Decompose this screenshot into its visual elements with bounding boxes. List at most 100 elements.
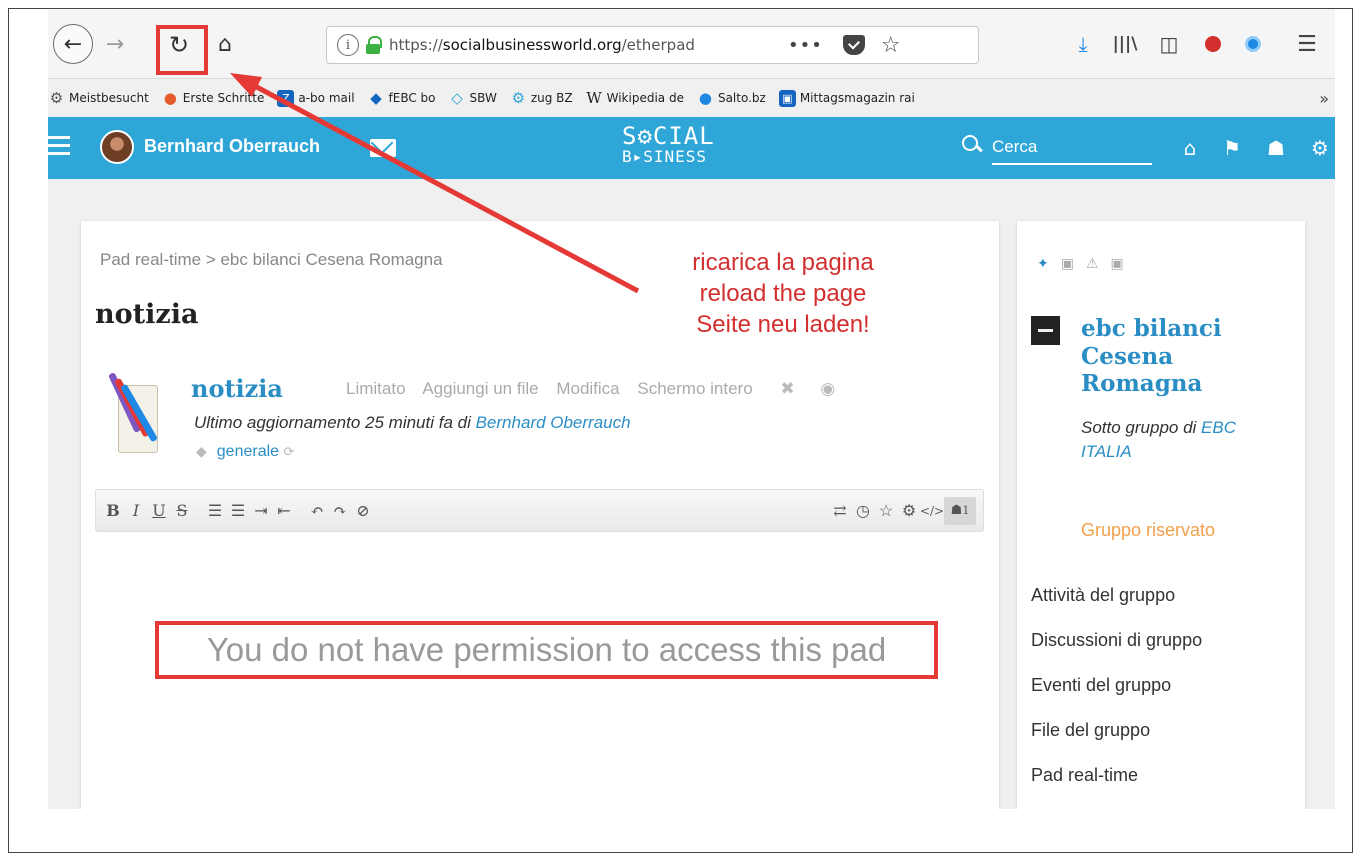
bookmark-item[interactable]: ◇ SBW — [449, 89, 497, 107]
indent-icon[interactable]: ⇥ — [250, 497, 272, 525]
close-icon[interactable]: ✖ — [780, 379, 794, 398]
bookmarks-bar: ⚙ Meistbesucht ● Erste Schritte Za-bo mail ◆ f… — [48, 83, 1335, 113]
bold-button[interactable]: B — [102, 497, 124, 525]
home-icon[interactable]: ⌂ — [1176, 136, 1204, 160]
bookmark-item[interactable]: ● Erste Schritte — [162, 89, 265, 107]
group-avatar[interactable] — [1031, 316, 1060, 345]
edit-link[interactable]: Modifica — [556, 379, 619, 398]
share-icon[interactable]: ▣ — [1111, 255, 1124, 272]
site-header: Bernhard Oberrauch S⚙CIAL B▸SINESS ⌂ ⚑ ☗… — [48, 117, 1335, 179]
extension-icon[interactable] — [1238, 29, 1268, 59]
pad-actions: Limitato Aggiungi un file Modifica Scher… — [346, 379, 848, 399]
pad-meta: Ultimo aggiornamento 25 minuti fa di Ber… — [194, 413, 631, 433]
bookmark-label: a-bo mail — [298, 91, 355, 105]
group-nav-item-discussions[interactable]: Discussioni di gruppo — [1031, 626, 1202, 671]
warning-icon[interactable]: ⚠ — [1086, 255, 1099, 272]
group-icon[interactable]: ☗ — [1262, 136, 1290, 160]
site-logo[interactable]: S⚙CIAL B▸SINESS — [622, 124, 772, 172]
bookmark-item[interactable]: Za-bo mail — [277, 89, 355, 107]
reload-icon: ↻ — [168, 31, 190, 59]
download-icon[interactable]: ⤓ — [1068, 29, 1098, 59]
menu-icon[interactable]: ☰ — [1292, 29, 1322, 59]
bookmark-item[interactable]: ⚙ Meistbesucht — [48, 89, 149, 107]
underline-button[interactable]: U — [148, 497, 170, 525]
mail-icon[interactable] — [370, 139, 396, 157]
users-count: 1 — [962, 504, 970, 517]
home-button[interactable]: ⌂ — [208, 27, 242, 61]
logo-line-2: B▸SINESS — [622, 147, 708, 166]
user-name[interactable]: Bernhard Oberrauch — [144, 136, 320, 157]
group-name[interactable]: ebc bilanci Cesena Romagna — [1081, 315, 1291, 398]
avatar[interactable] — [100, 130, 134, 164]
saved-revision-star-icon[interactable]: ☆ — [875, 497, 897, 525]
image-icon[interactable]: ▣ — [1061, 255, 1074, 272]
import-export-icon[interactable]: ⇄ — [829, 497, 851, 525]
adblock-icon[interactable] — [1198, 29, 1228, 59]
fullscreen-link[interactable]: Schermo intero — [637, 379, 752, 398]
unordered-list-icon[interactable]: ☰ — [227, 497, 249, 525]
url-prefix: https:// — [389, 36, 443, 54]
url-bar[interactable]: i https://socialbusinessworld.org/etherp… — [326, 26, 979, 64]
embed-icon[interactable]: </> — [920, 497, 944, 525]
pad-tag[interactable]: ◆ generale ⟳ — [196, 443, 294, 461]
italic-button[interactable]: I — [125, 497, 147, 525]
pad-document-icon — [100, 371, 160, 461]
lock-icon — [365, 36, 382, 54]
bookmark-item[interactable]: ▣ Mittagsmagazin rai — [778, 89, 915, 107]
screenshot-frame: ← → ↻ ⌂ i https://socialbusinessworld.or… — [8, 8, 1353, 853]
reload-button[interactable]: ↻ — [158, 27, 200, 63]
author-link[interactable]: Bernhard Oberrauch — [476, 413, 631, 432]
users-icon: ☗ — [950, 503, 963, 518]
wikipedia-icon: W — [586, 89, 602, 107]
bookmark-label: Erste Schritte — [182, 91, 265, 105]
bookmark-item[interactable]: W Wikipedia de — [586, 89, 684, 107]
bookmark-item[interactable]: ◆ fEBC bo — [368, 89, 435, 107]
add-file-link[interactable]: Aggiungi un file — [422, 379, 538, 398]
refresh-icon[interactable]: ⟳ — [284, 444, 295, 459]
group-nav-item-events[interactable]: Eventi del gruppo — [1031, 671, 1202, 716]
bookmark-label: Salto.bz — [717, 91, 766, 105]
annotation-line-english: reload the page — [699, 280, 867, 308]
info-icon[interactable]: i — [337, 34, 359, 56]
page-actions-button[interactable]: ••• — [788, 35, 823, 56]
timeslider-icon[interactable]: ◷ — [852, 497, 874, 525]
pad-meta-text: Ultimo aggiornamento 25 minuti fa di — [194, 413, 476, 432]
eye-icon[interactable]: ◉ — [820, 379, 835, 398]
group-nav-item-pads[interactable]: Pad real-time — [1031, 761, 1202, 806]
sidebar-icon[interactable]: ◫ — [1154, 29, 1184, 59]
bookmarks-overflow-button[interactable]: » — [1319, 89, 1329, 108]
bookmark-item[interactable]: ● Salto.bz — [697, 89, 766, 107]
bookmark-item[interactable]: ⚙ zug BZ — [510, 89, 573, 107]
search-icon[interactable] — [962, 135, 982, 155]
settings-gear-icon[interactable]: ⚙ — [1306, 136, 1334, 160]
url-domain: socialbusinessworld.org — [442, 36, 622, 54]
library-icon[interactable]: |||\ — [1110, 29, 1140, 59]
clear-authorship-icon[interactable]: ⊘ — [352, 497, 374, 525]
back-button[interactable]: ← — [53, 24, 93, 64]
bookmark-label: Meistbesucht — [69, 91, 149, 105]
gear-icon: ⚙ — [49, 89, 64, 107]
search-input[interactable] — [992, 131, 1152, 165]
visibility-link[interactable]: Limitato — [346, 379, 406, 398]
undo-icon[interactable]: ↶ — [306, 497, 328, 525]
flag-icon[interactable]: ⚑ — [1218, 136, 1246, 160]
diamond-icon: ◆ — [370, 89, 382, 107]
group-nav-item-files[interactable]: File del gruppo — [1031, 716, 1202, 761]
pad-title[interactable]: notizia — [191, 374, 283, 403]
ordered-list-icon[interactable]: ☰ — [204, 497, 226, 525]
hamburger-icon[interactable] — [48, 136, 70, 158]
breadcrumb[interactable]: Pad real-time > ebc bilanci Cesena Romag… — [100, 250, 443, 270]
url-text[interactable]: https://socialbusinessworld.org/etherpad — [389, 36, 784, 54]
users-button[interactable]: ☗ 1 — [944, 496, 976, 525]
strikethrough-button[interactable]: S — [171, 497, 193, 525]
group-nav-list: Attività del gruppo Discussioni di grupp… — [1031, 581, 1202, 806]
outdent-icon[interactable]: ⇤ — [273, 497, 295, 525]
group-nav-item-activity[interactable]: Attività del gruppo — [1031, 581, 1202, 626]
settings-icon[interactable]: ⚙ — [898, 497, 920, 525]
forward-button[interactable]: → — [102, 29, 128, 59]
bookmark-star-icon[interactable]: ☆ — [881, 33, 901, 58]
redo-icon[interactable]: ↷ — [329, 497, 351, 525]
subgroup-prefix: Sotto gruppo di — [1081, 418, 1202, 437]
pin-icon[interactable]: ✦ — [1037, 255, 1049, 272]
pocket-icon[interactable] — [842, 35, 865, 55]
